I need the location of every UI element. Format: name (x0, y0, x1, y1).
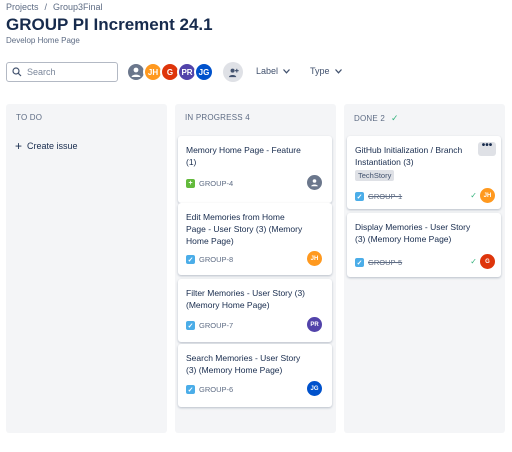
chevron-down-icon (334, 68, 342, 74)
done-check-icon: ✓ (391, 113, 399, 123)
create-issue-button[interactable]: + Create issue (15, 138, 78, 153)
issue-key[interactable]: GROUP-1 (368, 192, 402, 201)
search-icon (12, 67, 22, 77)
column-title: IN PROGRESS 4 (185, 113, 250, 122)
assignee-avatar[interactable]: PR (307, 317, 322, 332)
column-title: TO DO (16, 113, 43, 122)
sprint-goal: Develop Home Page (6, 36, 80, 45)
card-meta: ✓ GROUP-7 (186, 321, 233, 330)
card-meta: ✓ GROUP-1 (355, 192, 402, 201)
assignee-avatar[interactable]: JH (480, 188, 495, 203)
column-header-todo: TO DO (16, 113, 42, 122)
type-filter-dropdown[interactable]: Type (310, 66, 342, 76)
column-header-in-progress: IN PROGRESS 4 (185, 113, 250, 122)
task-checkbox-icon: ✓ (355, 258, 364, 267)
task-checkbox-icon: ✓ (186, 255, 195, 264)
label-filter-dropdown[interactable]: Label (256, 66, 291, 76)
issue-key[interactable]: GROUP-6 (199, 385, 233, 394)
issue-key[interactable]: GROUP-5 (368, 258, 402, 267)
column-done: DONE 2 ✓ GitHub Initialization / Branch … (344, 104, 505, 433)
add-user-icon (228, 68, 239, 77)
card-meta: ✓ GROUP-6 (186, 385, 233, 394)
issue-card-group-4[interactable]: Memory Home Page - Feature (1) + GROUP-4 (178, 136, 332, 203)
breadcrumb-project-link[interactable]: Group3Final (53, 2, 103, 12)
resolved-check-icon: ✓ (470, 257, 477, 266)
type-filter-text: Type (310, 66, 330, 76)
create-issue-label: Create issue (27, 141, 78, 151)
card-summary: Display Memories - User Story (3) (Memor… (355, 222, 471, 244)
column-in-progress: IN PROGRESS 4 Memory Home Page - Feature… (175, 104, 336, 433)
avatar-jg[interactable]: JG (194, 62, 214, 82)
task-checkbox-icon: ✓ (186, 321, 195, 330)
search-input[interactable] (27, 67, 107, 77)
issue-key[interactable]: GROUP-7 (199, 321, 233, 330)
card-summary: GitHub Initialization / Branch Instantia… (355, 145, 463, 167)
card-label-chip: TechStory (355, 170, 395, 181)
breadcrumb-separator: / (44, 2, 48, 12)
breadcrumb-projects-link[interactable]: Projects (6, 2, 39, 12)
user-icon (131, 67, 141, 77)
card-summary: Search Memories - User Story (3) (Memory… (186, 353, 301, 375)
task-checkbox-icon: ✓ (355, 192, 364, 201)
issue-key[interactable]: GROUP-4 (199, 179, 233, 188)
page-title: GROUP PI Increment 24.1 (6, 15, 213, 34)
chevron-down-icon (283, 68, 291, 74)
assignee-avatar[interactable]: G (480, 254, 495, 269)
card-summary: Edit Memories from Home Page - User Stor… (186, 212, 303, 246)
column-header-done: DONE 2 ✓ (354, 113, 399, 124)
issue-key[interactable]: GROUP-8 (199, 255, 233, 264)
card-summary: Filter Memories - User Story (3) (Memory… (186, 288, 306, 310)
add-people-button[interactable] (223, 62, 243, 82)
card-meta: ✓ GROUP-8 (186, 255, 233, 264)
more-actions-button[interactable]: ••• (478, 141, 496, 156)
label-filter-text: Label (256, 66, 279, 76)
issue-card-group-6[interactable]: Search Memories - User Story (3) (Memory… (178, 344, 332, 407)
assignee-filter: JH G PR JG (126, 62, 214, 82)
resolved-check-icon: ✓ (470, 191, 477, 200)
assignee-avatar[interactable]: JG (307, 381, 322, 396)
card-summary: Memory Home Page - Feature (1) (186, 145, 301, 167)
issue-card-group-7[interactable]: Filter Memories - User Story (3) (Memory… (178, 279, 332, 342)
breadcrumb: Projects / Group3Final (6, 2, 103, 12)
story-icon: + (186, 179, 195, 188)
issue-card-group-5[interactable]: Display Memories - User Story (3) (Memor… (347, 213, 501, 277)
column-todo: TO DO + Create issue (6, 104, 167, 433)
user-icon (311, 179, 318, 187)
issue-card-group-8[interactable]: Edit Memories from Home Page - User Stor… (178, 203, 332, 275)
task-checkbox-icon: ✓ (186, 385, 195, 394)
plus-icon: + (15, 138, 23, 153)
issue-card-group-1[interactable]: GitHub Initialization / Branch Instantia… (347, 136, 501, 209)
assignee-avatar[interactable]: JH (307, 251, 322, 266)
assignee-avatar-unassigned[interactable] (307, 175, 322, 190)
card-meta: + GROUP-4 (186, 179, 233, 188)
card-meta: ✓ GROUP-5 (355, 258, 402, 267)
column-title: DONE 2 (354, 114, 385, 123)
search-box[interactable] (6, 62, 118, 82)
